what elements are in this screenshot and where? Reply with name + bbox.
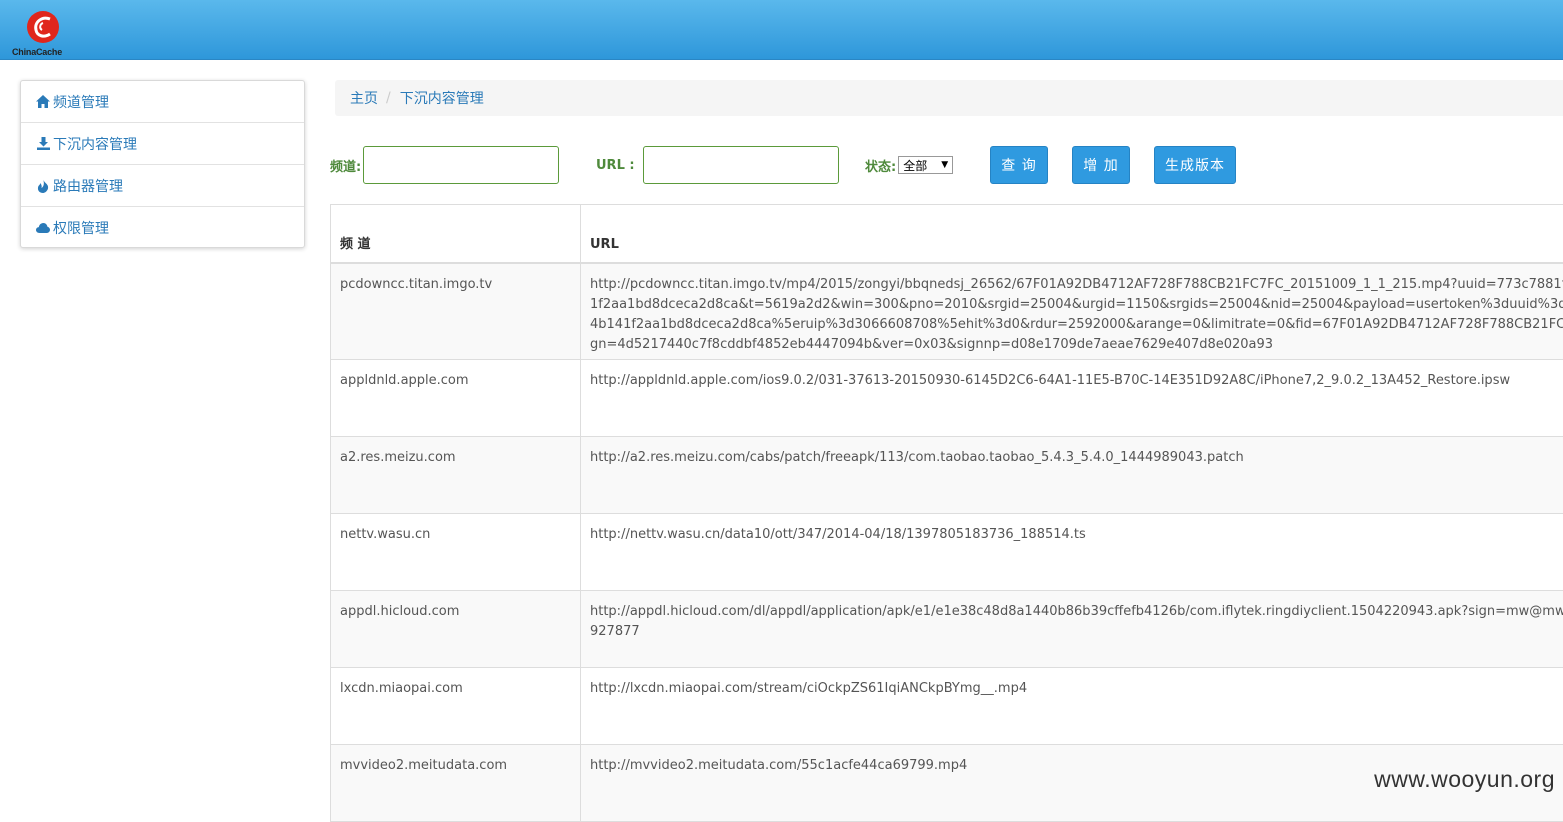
logo-mark-icon [26, 10, 60, 44]
channel-filter-label: 频道: [330, 156, 361, 175]
generate-version-button[interactable]: 生成版本 [1154, 146, 1236, 184]
channel-cell: nettv.wasu.cn [331, 514, 581, 591]
sidebar-item-channel-management[interactable]: 频道管理 [21, 81, 304, 123]
url-cell: http://pcdowncc.titan.imgo.tv/mp4/2015/z… [581, 263, 1563, 360]
table-row: appdl.hicloud.com http://appdl.hicloud.c… [331, 591, 1563, 668]
table-row: nettv.wasu.cn http://nettv.wasu.cn/data1… [331, 514, 1563, 591]
query-button[interactable]: 查 询 [990, 146, 1048, 184]
table-row: lxcdn.miaopai.com http://lxcdn.miaopai.c… [331, 668, 1563, 745]
url-line: http://appldnld.apple.com/ios9.0.2/031-3… [590, 371, 1554, 391]
channel-input[interactable] [363, 146, 559, 184]
url-cell: http://nettv.wasu.cn/data10/ott/347/2014… [581, 514, 1563, 591]
breadcrumb: 主页 / 下沉内容管理 [335, 80, 1563, 116]
download-icon [36, 137, 50, 151]
status-filter-label: 状态: [865, 156, 896, 175]
channel-filter: 频道: [330, 146, 559, 184]
sidebar-item-router-management[interactable]: 路由器管理 [21, 165, 304, 207]
table-row: pcdowncc.titan.imgo.tv http://pcdowncc.t… [331, 263, 1563, 360]
url-line: 927877 [590, 622, 1554, 642]
sidebar-item-label: 权限管理 [53, 218, 109, 238]
sidebar-nav: 频道管理 下沉内容管理 路由器管理 权限管理 [20, 80, 305, 248]
table-row: appldnld.apple.com http://appldnld.apple… [331, 360, 1563, 437]
channel-cell: a2.res.meizu.com [331, 437, 581, 514]
url-input[interactable] [643, 146, 839, 184]
sidebar-item-content-management[interactable]: 下沉内容管理 [21, 123, 304, 165]
url-cell: http://appldnld.apple.com/ios9.0.2/031-3… [581, 360, 1563, 437]
url-cell: http://a2.res.meizu.com/cabs/patch/freea… [581, 437, 1563, 514]
table-row: a2.res.meizu.com http://a2.res.meizu.com… [331, 437, 1563, 514]
chinacache-logo[interactable]: ChinaCache [12, 10, 76, 58]
url-cell: http://lxcdn.miaopai.com/stream/ciOckpZS… [581, 668, 1563, 745]
watermark-text: www.wooyun.org [1374, 766, 1555, 793]
top-header-bar: ChinaCache [0, 0, 1563, 60]
channel-cell: pcdowncc.titan.imgo.tv [331, 263, 581, 360]
url-cell: http://appdl.hicloud.com/dl/appdl/applic… [581, 591, 1563, 668]
url-line: http://appdl.hicloud.com/dl/appdl/applic… [590, 602, 1554, 622]
url-filter: URL : [596, 146, 839, 184]
url-line: http://a2.res.meizu.com/cabs/patch/freea… [590, 448, 1554, 468]
sidebar-item-label: 频道管理 [53, 92, 109, 112]
cloud-icon [36, 221, 50, 235]
url-line: 1f2aa1bd8dceca2d8ca&t=5619a2d2&win=300&p… [590, 295, 1554, 315]
column-header-channel: 频 道 [331, 205, 581, 263]
sidebar-item-permission-management[interactable]: 权限管理 [21, 207, 304, 249]
home-icon [36, 95, 50, 109]
url-line: http://nettv.wasu.cn/data10/ott/347/2014… [590, 525, 1554, 545]
dropdown-arrow-icon: ▼ [941, 160, 948, 170]
url-filter-label: URL : [596, 158, 635, 173]
breadcrumb-current-link[interactable]: 下沉内容管理 [400, 88, 484, 108]
table-header-row: 频 道 URL [331, 205, 1563, 263]
content-table: 频 道 URL pcdowncc.titan.imgo.tv http://pc… [330, 204, 1563, 822]
fire-icon [36, 179, 50, 193]
channel-cell: mvvideo2.meitudata.com [331, 745, 581, 822]
logo-text: ChinaCache [12, 47, 62, 57]
url-line: http://lxcdn.miaopai.com/stream/ciOckpZS… [590, 679, 1554, 699]
channel-cell: appldnld.apple.com [331, 360, 581, 437]
status-select-value: 全部 [903, 157, 927, 174]
column-header-url: URL [581, 205, 1563, 263]
breadcrumb-separator: / [386, 90, 391, 106]
url-line: http://pcdowncc.titan.imgo.tv/mp4/2015/z… [590, 275, 1554, 295]
channel-cell: appdl.hicloud.com [331, 591, 581, 668]
add-button[interactable]: 增 加 [1072, 146, 1130, 184]
url-line: 4b141f2aa1bd8dceca2d8ca%5eruip%3d3066608… [590, 315, 1554, 335]
breadcrumb-home-link[interactable]: 主页 [350, 88, 378, 108]
status-filter: 状态: 全部 ▼ [865, 146, 953, 184]
sidebar-item-label: 下沉内容管理 [53, 134, 137, 154]
status-select[interactable]: 全部 ▼ [898, 156, 953, 174]
channel-cell: lxcdn.miaopai.com [331, 668, 581, 745]
url-line: gn=4d5217440c7f8cddbf4852eb4447094b&ver=… [590, 335, 1554, 355]
sidebar-item-label: 路由器管理 [53, 176, 123, 196]
